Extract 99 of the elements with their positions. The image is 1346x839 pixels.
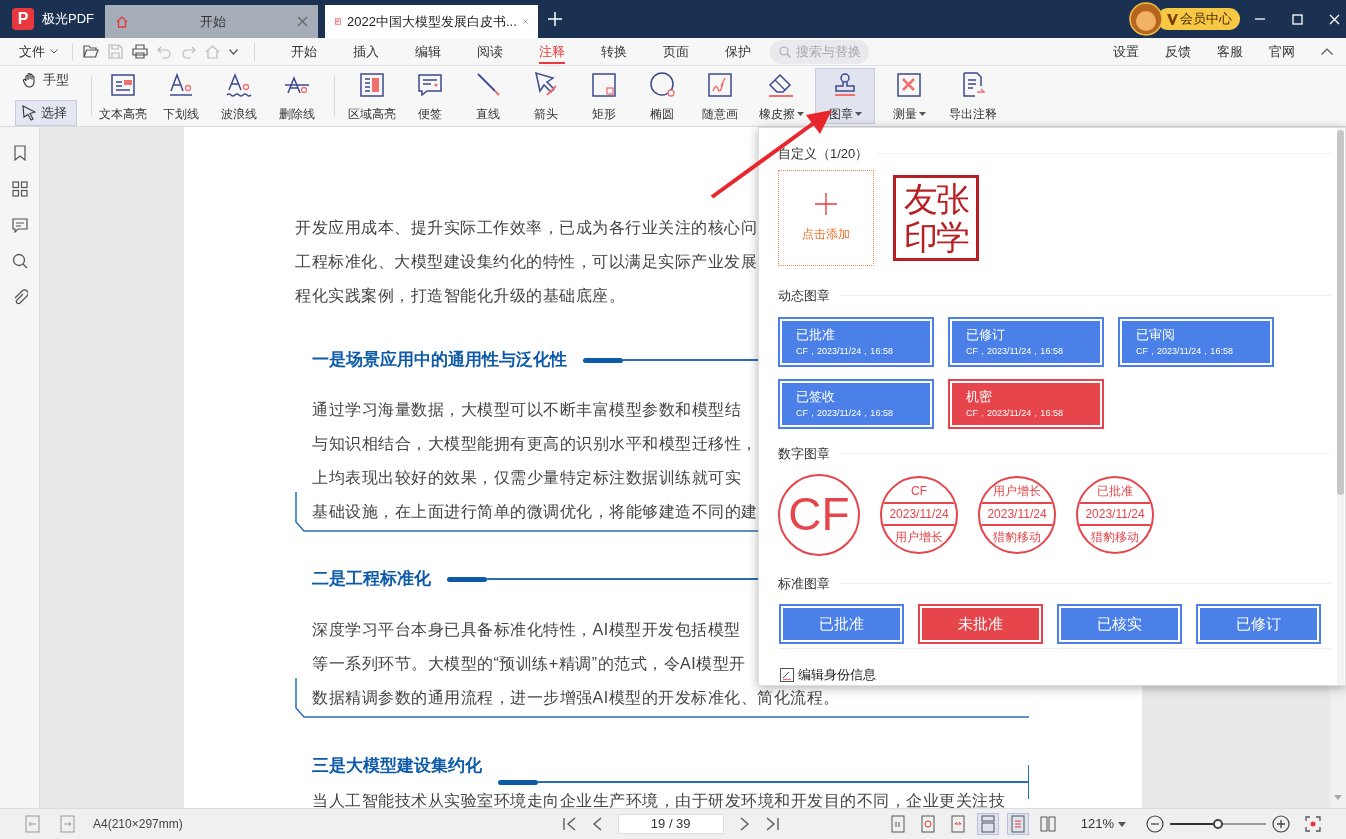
- ribbon-tab[interactable]: 编辑: [397, 37, 459, 66]
- ribbon-tab[interactable]: 保护: [707, 37, 769, 66]
- annotation-tool[interactable]: 随意画: [691, 68, 749, 124]
- edit-identity-link[interactable]: 编辑身份信息: [798, 665, 876, 685]
- zoom-dropdown[interactable]: 121%: [1080, 814, 1126, 834]
- annotation-tool[interactable]: 便签: [401, 68, 459, 124]
- ribbon-tab[interactable]: 注释: [521, 37, 583, 66]
- caret-icon: [1117, 821, 1126, 827]
- annotation-tool[interactable]: 导出注释: [943, 68, 1003, 124]
- standard-stamp[interactable]: 已批准: [779, 604, 904, 644]
- maximize-icon[interactable]: [1292, 13, 1303, 25]
- fullscreen-icon[interactable]: [1304, 816, 1321, 832]
- section-title: 动态图章: [778, 286, 830, 305]
- document-tab[interactable]: 2022中国大模型发展白皮书...: [325, 5, 538, 38]
- paper-size: A4(210×297mm): [93, 816, 183, 833]
- section-heading: 一是场景应用中的通用性与泛化性: [312, 349, 567, 372]
- round-date-stamp[interactable]: CF 2023/11/24 用户增长: [880, 475, 958, 554]
- menu-link[interactable]: 官网: [1269, 41, 1295, 62]
- comment-icon[interactable]: [11, 217, 28, 233]
- open-folder-icon[interactable]: [83, 44, 99, 59]
- annotation-tool[interactable]: 箭头: [517, 68, 575, 124]
- annotation-tool[interactable]: 直线: [459, 68, 517, 124]
- menu-link[interactable]: 客服: [1217, 41, 1243, 62]
- body-text: 基础设施，在上面进行简单的微调优化，将能够建造不同的建: [312, 503, 758, 520]
- standard-stamp[interactable]: 未批准: [918, 604, 1043, 644]
- collapse-icon[interactable]: [1321, 48, 1333, 55]
- zoom-out-icon[interactable]: [1145, 815, 1164, 833]
- ribbon-tab[interactable]: 开始: [273, 37, 335, 66]
- pdf-file-icon: [335, 15, 342, 28]
- menu-link[interactable]: 反馈: [1165, 41, 1191, 62]
- body-text: 上均表现出较好的效果，仅需少量特定标注数据训练就可实: [312, 469, 741, 486]
- ribbon-tab[interactable]: 阅读: [459, 37, 521, 66]
- section-heading: 三是大模型建设集约化: [312, 755, 482, 778]
- dynamic-stamp[interactable]: 已审阅 CF，2023/11/24，16:58: [1118, 317, 1274, 367]
- search-icon: [779, 45, 791, 58]
- annotation-tool[interactable]: 椭圆: [633, 68, 691, 124]
- standard-stamp[interactable]: 已核实: [1057, 604, 1182, 644]
- section-title: 数字图章: [778, 445, 830, 463]
- round-date-stamp[interactable]: 已批准 2023/11/24 猎豹移动: [1076, 475, 1154, 554]
- dynamic-stamp[interactable]: 已签收 CF，2023/11/24，16:58: [778, 379, 934, 429]
- tab-label: 2022中国大模型发展白皮书...: [347, 13, 517, 29]
- annotation-tool[interactable]: 下划线: [152, 68, 210, 124]
- ribbon-tab[interactable]: 插入: [335, 37, 397, 66]
- dynamic-stamp[interactable]: 机密 CF，2023/11/24，16:58: [948, 379, 1104, 429]
- document-tab[interactable]: 开始: [105, 5, 318, 38]
- body-text: 程化实践案例，打造智能化升级的基础底座。: [295, 287, 625, 304]
- seal-stamp[interactable]: 友张 印学: [893, 174, 979, 261]
- vip-icon: [1167, 13, 1178, 25]
- plus-icon: [815, 192, 837, 215]
- body-text: 深度学习平台本身已具备标准化特性，AI模型开发包括模型: [312, 621, 741, 638]
- round-stamp[interactable]: CF: [778, 473, 860, 556]
- zoom-slider[interactable]: [1169, 817, 1266, 831]
- caret-icon: [50, 49, 58, 54]
- annotation-tool[interactable]: 区域高亮: [343, 68, 401, 124]
- caret-icon[interactable]: [229, 48, 238, 55]
- body-text: 工程标准化、大模型建设集约化的特性，可以满足实际产业发展: [295, 253, 757, 270]
- body-text: 当人工智能技术从实验室环境走向企业生产环境，由于研发环境和开发目的不同，企业更关注技: [312, 792, 1005, 808]
- new-tab-icon[interactable]: [548, 12, 562, 26]
- section-heading: 二是工程标准化: [312, 568, 431, 591]
- first-page-icon[interactable]: [561, 816, 578, 832]
- hand-tool[interactable]: 手型: [15, 66, 77, 93]
- bookmark-icon[interactable]: [11, 145, 28, 161]
- dynamic-stamp[interactable]: 已批准 CF，2023/11/24，16:58: [778, 317, 934, 367]
- menu-link[interactable]: 设置: [1113, 41, 1139, 62]
- scrollbar-thumb[interactable]: [1337, 130, 1344, 495]
- ellipse-icon: [647, 69, 677, 100]
- body-text: 开发应用成本、提升实际工作效率，已成为各行业关注的核心问: [295, 219, 757, 236]
- annotation-tool[interactable]: 橡皮擦: [751, 68, 811, 124]
- annotation-tool[interactable]: 波浪线: [210, 68, 268, 124]
- ribbon-tab[interactable]: 转换: [583, 37, 645, 66]
- cursor-icon: [22, 104, 36, 121]
- body-text: 等一系列环节。大模型的“预训练+精调”的范式，令AI模型开: [312, 655, 746, 672]
- body-text: 通过学习海量数据，大模型可以不断丰富模型参数和模型结: [312, 401, 741, 418]
- zoom-in-icon[interactable]: [1271, 815, 1290, 833]
- hand-icon: [22, 71, 38, 88]
- tab-label: 开始: [200, 13, 226, 29]
- thumbnails-icon[interactable]: [11, 181, 28, 197]
- annotation-tool[interactable]: 图章: [815, 68, 875, 124]
- round-date-stamp[interactable]: 用户增长 2023/11/24 猎豹移动: [978, 475, 1056, 554]
- print-icon[interactable]: [132, 44, 148, 59]
- annotation-tool[interactable]: 文本高亮: [94, 68, 152, 124]
- annotation-tool[interactable]: 矩形: [575, 68, 633, 124]
- standard-stamp[interactable]: 已修订: [1196, 604, 1321, 644]
- dynamic-stamp[interactable]: 已修订 CF，2023/11/24，16:58: [948, 317, 1104, 367]
- edit-icon: [780, 667, 794, 682]
- app-logo: P: [12, 8, 34, 30]
- page-number-field[interactable]: 19 / 39: [617, 814, 724, 834]
- section-title: 标准图章: [778, 574, 830, 593]
- annotation-tool[interactable]: 删除线: [268, 68, 326, 124]
- section-title: 自定义（1/20）: [778, 145, 869, 163]
- ribbon-tab[interactable]: 页面: [645, 37, 707, 66]
- select-tool[interactable]: 选择: [15, 99, 77, 126]
- annotation-tool[interactable]: 测量: [879, 68, 939, 124]
- home-icon: [115, 14, 129, 29]
- file-menu[interactable]: 文件: [19, 41, 58, 62]
- body-text: 数据精调参数的通用流程，进一步增强AI模型的开发标准化、简化流程。: [312, 689, 840, 706]
- app-name: 极光PDF: [42, 10, 94, 29]
- search-icon[interactable]: [11, 253, 28, 269]
- body-text: 与知识相结合，大模型能拥有更高的识别水平和模型迁移性，: [312, 435, 758, 452]
